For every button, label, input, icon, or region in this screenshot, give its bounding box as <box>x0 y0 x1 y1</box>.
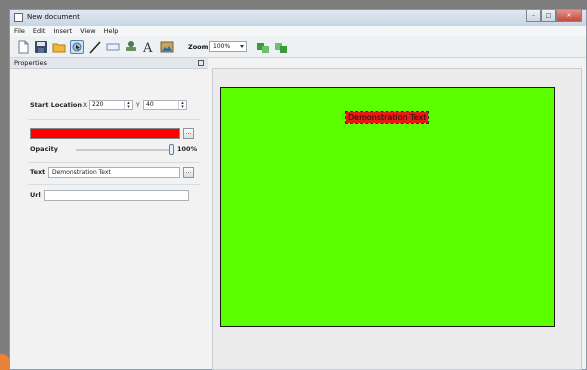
url-label: Url <box>30 191 41 199</box>
opacity-slider-track[interactable] <box>76 149 172 151</box>
chevron-down-icon <box>240 45 244 48</box>
taskbar-orb-icon <box>0 354 10 370</box>
opacity-value: 100% <box>177 145 198 153</box>
divider <box>28 119 200 120</box>
properties-panel: Properties Start Location X 220 ▴ ▾ Y 40 … <box>10 58 208 369</box>
color-swatch[interactable] <box>30 128 180 139</box>
y-value: 40 <box>146 101 154 108</box>
menu-help[interactable]: Help <box>104 26 119 36</box>
toolbar: A Zoom 100% <box>10 37 586 58</box>
x-spinbox[interactable]: 220 ▴ ▾ <box>89 100 133 110</box>
opacity-label: Opacity <box>30 145 58 153</box>
zoom-select[interactable]: 100% <box>209 41 247 52</box>
svg-text:A: A <box>142 41 153 54</box>
y-spinbox[interactable]: 40 ▴ ▾ <box>143 100 187 110</box>
menu-view[interactable]: View <box>80 26 95 36</box>
text-tool-icon[interactable]: A <box>142 40 156 56</box>
text-field-value: Demonstration Text <box>52 169 111 176</box>
title-bar: New document – □ ✕ <box>10 10 586 26</box>
vertical-scrollbar[interactable] <box>575 73 579 333</box>
x-value: 220 <box>92 101 104 108</box>
menu-edit[interactable]: Edit <box>33 26 46 36</box>
open-folder-icon[interactable] <box>52 40 66 54</box>
menu-file[interactable]: File <box>14 26 25 36</box>
properties-title: Properties <box>14 59 47 67</box>
opacity-slider-handle[interactable] <box>169 144 174 155</box>
url-field[interactable] <box>44 190 189 201</box>
rectangle-tool-icon[interactable] <box>106 40 120 54</box>
menu-bar: File Edit Insert View Help <box>10 26 586 36</box>
zoom-in-icon[interactable] <box>256 40 270 54</box>
canvas-area: Demonstration Text <box>212 68 582 370</box>
zoom-label: Zoom <box>188 43 209 51</box>
canvas-text-element[interactable]: Demonstration Text <box>344 111 430 124</box>
zoom-value: 100% <box>213 43 231 50</box>
app-icon <box>14 13 23 22</box>
y-label: Y <box>136 102 140 109</box>
text-edit-button[interactable]: … <box>183 167 194 178</box>
spin-arrows-icon[interactable]: ▴ ▾ <box>178 101 186 110</box>
divider <box>28 184 200 185</box>
minimize-button[interactable]: – <box>526 10 541 22</box>
save-icon[interactable] <box>34 40 48 54</box>
start-location-label: Start Location <box>30 101 83 109</box>
properties-header: Properties <box>10 58 208 69</box>
text-field[interactable]: Demonstration Text <box>48 167 180 178</box>
x-label: X <box>83 102 88 109</box>
select-tool-icon[interactable] <box>70 40 84 54</box>
canvas-page[interactable]: Demonstration Text <box>220 87 555 327</box>
dock-icon[interactable] <box>198 60 204 66</box>
stamp-tool-icon[interactable] <box>124 40 138 54</box>
divider <box>28 162 200 163</box>
app-window: New document – □ ✕ File Edit Insert View… <box>9 9 587 370</box>
spin-arrows-icon[interactable]: ▴ ▾ <box>124 101 132 110</box>
line-tool-icon[interactable] <box>88 40 102 54</box>
text-label: Text <box>30 168 46 176</box>
close-button[interactable]: ✕ <box>556 10 582 22</box>
maximize-button[interactable]: □ <box>541 10 556 22</box>
zoom-out-icon[interactable] <box>274 40 288 54</box>
window-title: New document <box>27 13 80 21</box>
color-picker-button[interactable]: … <box>183 128 194 139</box>
canvas-text: Demonstration Text <box>348 113 427 122</box>
menu-insert[interactable]: Insert <box>53 26 72 36</box>
image-tool-icon[interactable] <box>160 40 174 54</box>
new-document-icon[interactable] <box>16 40 30 54</box>
